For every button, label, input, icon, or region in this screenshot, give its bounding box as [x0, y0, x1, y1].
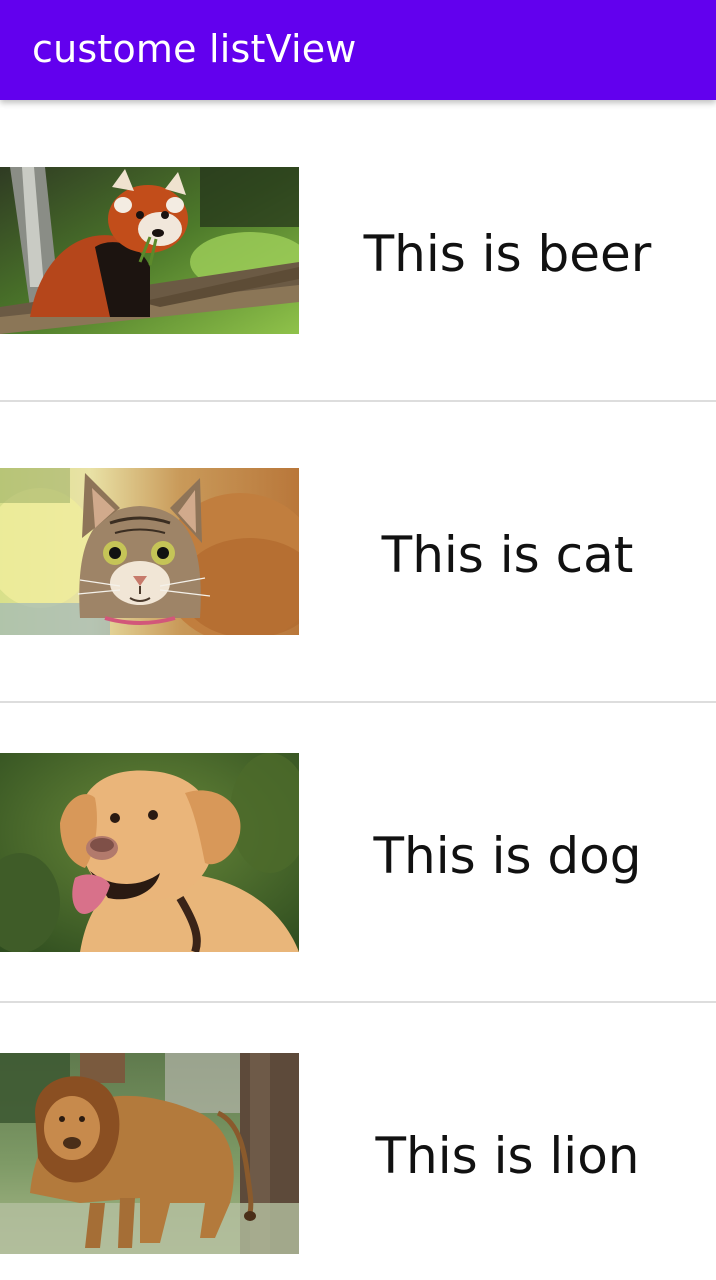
cat-image [0, 468, 299, 635]
dog-image [0, 753, 299, 952]
item-label: This is cat [381, 526, 634, 584]
item-label: This is lion [375, 1127, 640, 1185]
animal-list[interactable]: This is beer This is cat This is dog Thi… [0, 100, 716, 1280]
list-item[interactable]: This is lion [0, 1003, 716, 1280]
list-item[interactable]: This is cat [0, 402, 716, 701]
list-item[interactable]: This is dog [0, 703, 716, 1001]
red-panda-image [0, 167, 299, 334]
app-bar: custome listView [0, 0, 716, 100]
app-title: custome listView [32, 27, 357, 71]
lion-image [0, 1053, 299, 1254]
item-label: This is dog [373, 827, 642, 885]
item-label: This is beer [363, 225, 652, 283]
list-item[interactable]: This is beer [0, 100, 716, 400]
